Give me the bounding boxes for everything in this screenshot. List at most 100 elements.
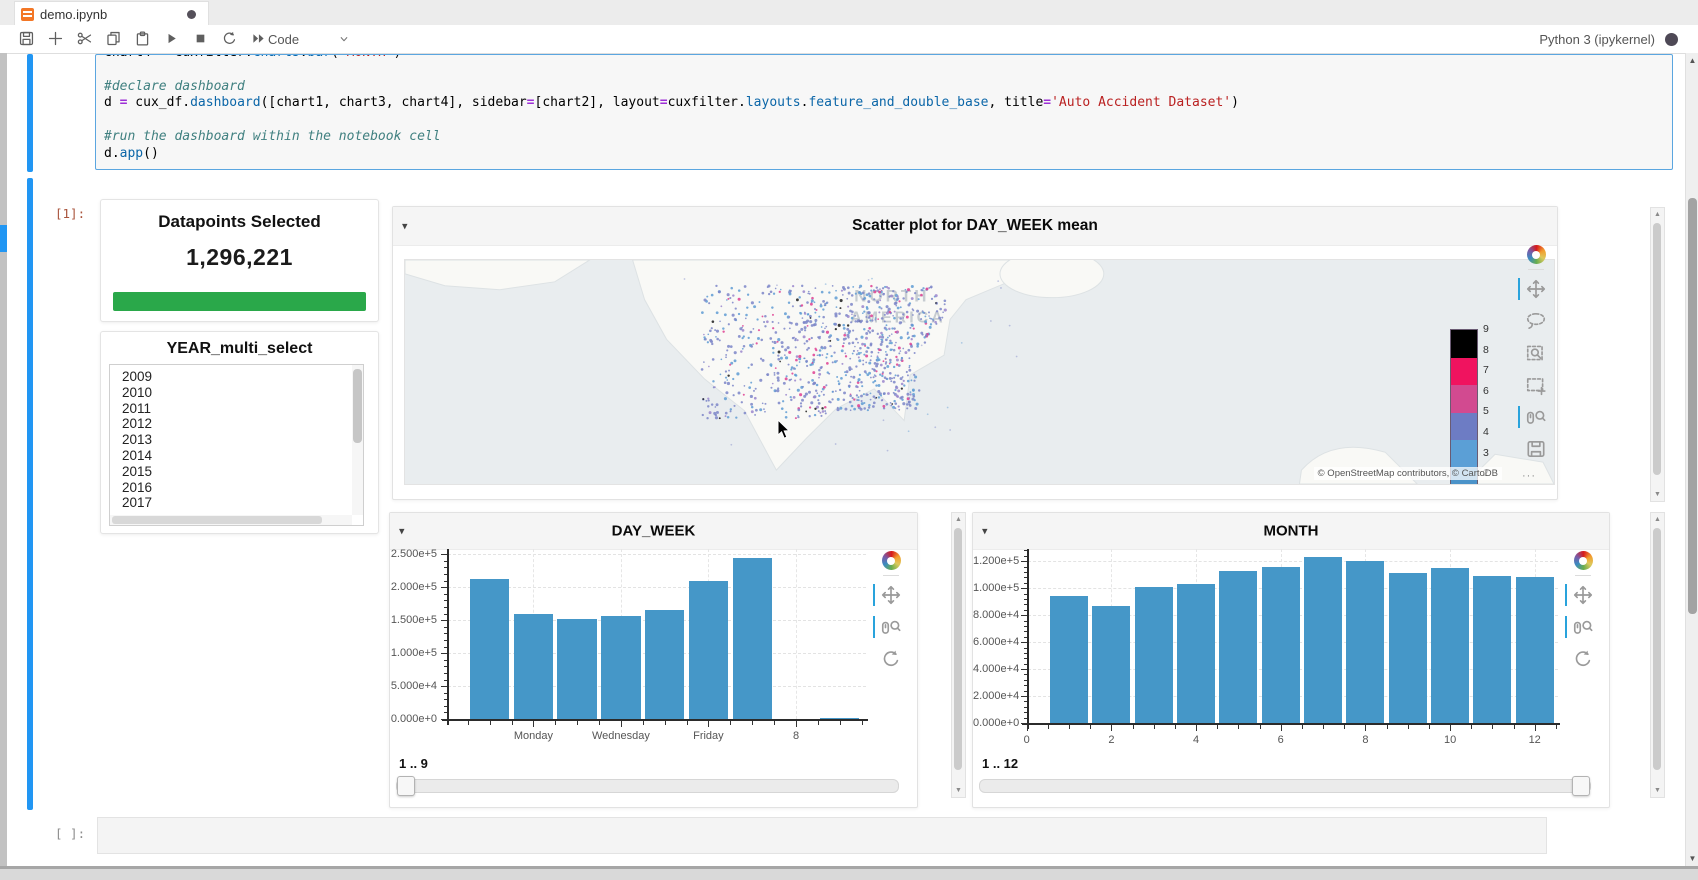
output-collapser[interactable] [27, 178, 33, 810]
year-list-vscrollbar[interactable] [352, 365, 363, 515]
year-option-2009[interactable]: 2009 [110, 369, 351, 385]
map-row-scrollbar[interactable]: ▲ ▼ [1650, 207, 1665, 502]
tab-demo-ipynb[interactable]: demo.ipynb [14, 1, 209, 26]
day-week-range-slider[interactable] [396, 779, 899, 793]
pan-icon[interactable] [1525, 278, 1547, 300]
bar [1135, 587, 1173, 723]
wheel-zoom-icon[interactable] [1572, 616, 1594, 638]
bar [1516, 577, 1554, 723]
cell-type-dropdown[interactable]: Code [268, 25, 351, 53]
main-scrollbar-thumb[interactable] [1688, 198, 1697, 614]
bar [1050, 596, 1088, 723]
month-chart-panel: ▾ MONTH 0.000e+02.000e+44.000e+46.000e+4… [972, 512, 1610, 808]
reset-icon[interactable] [880, 648, 902, 670]
bar [1473, 576, 1511, 723]
bar [1262, 567, 1300, 723]
bar [645, 610, 684, 719]
slider-thumb[interactable] [397, 776, 415, 796]
year-option-2010[interactable]: 2010 [110, 385, 351, 401]
stop-icon[interactable] [192, 30, 210, 48]
map-panel-header: ▾ Scatter plot for DAY_WEEK mean [393, 207, 1557, 246]
code-editor[interactable]: chart4 = cuxfilter.charts.bar('MONTH') #… [96, 54, 1672, 163]
range-slider-label: 1 .. 12 [982, 756, 1018, 771]
kernel-indicator[interactable]: Python 3 (ipykernel) [1539, 25, 1678, 53]
save-icon[interactable] [18, 30, 36, 48]
lasso-select-icon[interactable] [1525, 310, 1547, 332]
year-option-2013[interactable]: 2013 [110, 432, 351, 448]
month-range-slider[interactable] [979, 779, 1591, 793]
toolbar-buttons [18, 25, 268, 53]
bokeh-logo[interactable] [1574, 551, 1593, 570]
notebook-file-icon [21, 8, 34, 21]
kernel-busy-dot [1665, 33, 1678, 46]
tab-bar: demo.ipynb [0, 0, 1698, 26]
reset-icon[interactable] [1572, 648, 1594, 670]
world-map: NORTH AMERICA [405, 260, 1554, 484]
cell-type-label: Code [268, 32, 299, 47]
input-collapser[interactable] [27, 54, 33, 172]
notebook-toolbar: Code Python 3 (ipykernel) [0, 25, 1698, 54]
datapoints-progress-bar [113, 292, 366, 311]
left-edge-strip [0, 53, 7, 866]
year-option-2012[interactable]: 2012 [110, 416, 351, 432]
cut-icon[interactable] [76, 30, 94, 48]
output-prompt: [1]: [55, 206, 85, 221]
year-option-2015[interactable]: 2015 [110, 464, 351, 480]
bokeh-save-icon[interactable] [1525, 438, 1547, 460]
month-plot[interactable]: 0.000e+02.000e+44.000e+46.000e+48.000e+4… [973, 513, 1609, 807]
year-option-2014[interactable]: 2014 [110, 448, 351, 464]
bokeh-logo[interactable] [882, 551, 901, 570]
year-option-2011[interactable]: 2011 [110, 401, 351, 417]
chevron-down-icon [337, 32, 351, 46]
bar [470, 579, 509, 719]
run-all-icon[interactable] [250, 30, 268, 48]
bar [689, 581, 728, 719]
year-option-2017[interactable]: 2017 [110, 495, 351, 511]
bar [1431, 568, 1469, 723]
bokeh-toolbar-daychart [877, 547, 905, 675]
datapoints-title: Datapoints Selected [101, 212, 378, 232]
year-select-title: YEAR_multi_select [101, 340, 378, 358]
wheel-zoom-icon[interactable] [1525, 406, 1547, 428]
bar [1389, 573, 1427, 723]
bar [1219, 571, 1257, 723]
day-week-plot[interactable]: 0.000e+05.000e+41.000e+51.500e+52.000e+5… [390, 513, 917, 807]
map-attribution: © OpenStreetMap contributors, © CartoDB [1314, 467, 1502, 480]
day-week-region-scrollbar[interactable]: ▲ ▼ [951, 512, 966, 798]
code-cell[interactable]: chart4 = cuxfilter.charts.bar('MONTH') #… [95, 54, 1673, 170]
year-list-hscrollbar[interactable] [110, 515, 352, 525]
scatter-map-panel: ▾ Scatter plot for DAY_WEEK mean NORTH [392, 206, 1558, 500]
bar [1346, 561, 1384, 723]
year-option-2016[interactable]: 2016 [110, 480, 351, 496]
main-scrollbar[interactable]: ▲ ▼ [1685, 53, 1698, 866]
run-icon[interactable] [163, 30, 181, 48]
pan-icon[interactable] [1572, 584, 1594, 606]
box-zoom-icon[interactable] [1525, 342, 1547, 364]
restart-icon[interactable] [221, 30, 239, 48]
attribution-more-icon[interactable]: ··· [1522, 470, 1536, 482]
pan-icon[interactable] [880, 584, 902, 606]
paste-icon[interactable] [134, 30, 152, 48]
add-cell-icon[interactable] [47, 30, 65, 48]
map-panel-title: Scatter plot for DAY_WEEK mean [393, 217, 1557, 235]
box-select-icon[interactable] [1525, 374, 1547, 396]
month-region-scrollbar[interactable]: ▲ ▼ [1650, 512, 1665, 798]
bar [1092, 606, 1130, 723]
datapoints-selected-card: Datapoints Selected 1,296,221 [100, 199, 379, 322]
unsaved-changes-dot [187, 10, 196, 19]
year-multi-select-card: YEAR_multi_select 2009201020112012201320… [100, 331, 379, 534]
kernel-name: Python 3 (ipykernel) [1539, 32, 1655, 47]
bokeh-logo[interactable] [1527, 245, 1546, 264]
wheel-zoom-icon[interactable] [880, 616, 902, 638]
empty-code-cell[interactable] [97, 817, 1547, 854]
map-plot-area[interactable]: NORTH AMERICA 987654321 © OpenStreetMap … [404, 259, 1555, 485]
bokeh-toolbar-map [1521, 241, 1551, 465]
mouse-cursor [777, 420, 795, 440]
year-select-listbox[interactable]: 200920102011201220132014201520162017 [109, 364, 364, 526]
bokeh-toolbar-monthchart [1569, 547, 1597, 675]
jupyterlab-window: demo.ipynb Code Python 3 (ipykernel) cha… [0, 0, 1698, 880]
slider-thumb[interactable] [1572, 776, 1590, 796]
bar [1177, 584, 1215, 723]
day-week-chart-panel: ▾ DAY_WEEK 0.000e+05.000e+41.000e+51.500… [389, 512, 918, 808]
copy-icon[interactable] [105, 30, 123, 48]
